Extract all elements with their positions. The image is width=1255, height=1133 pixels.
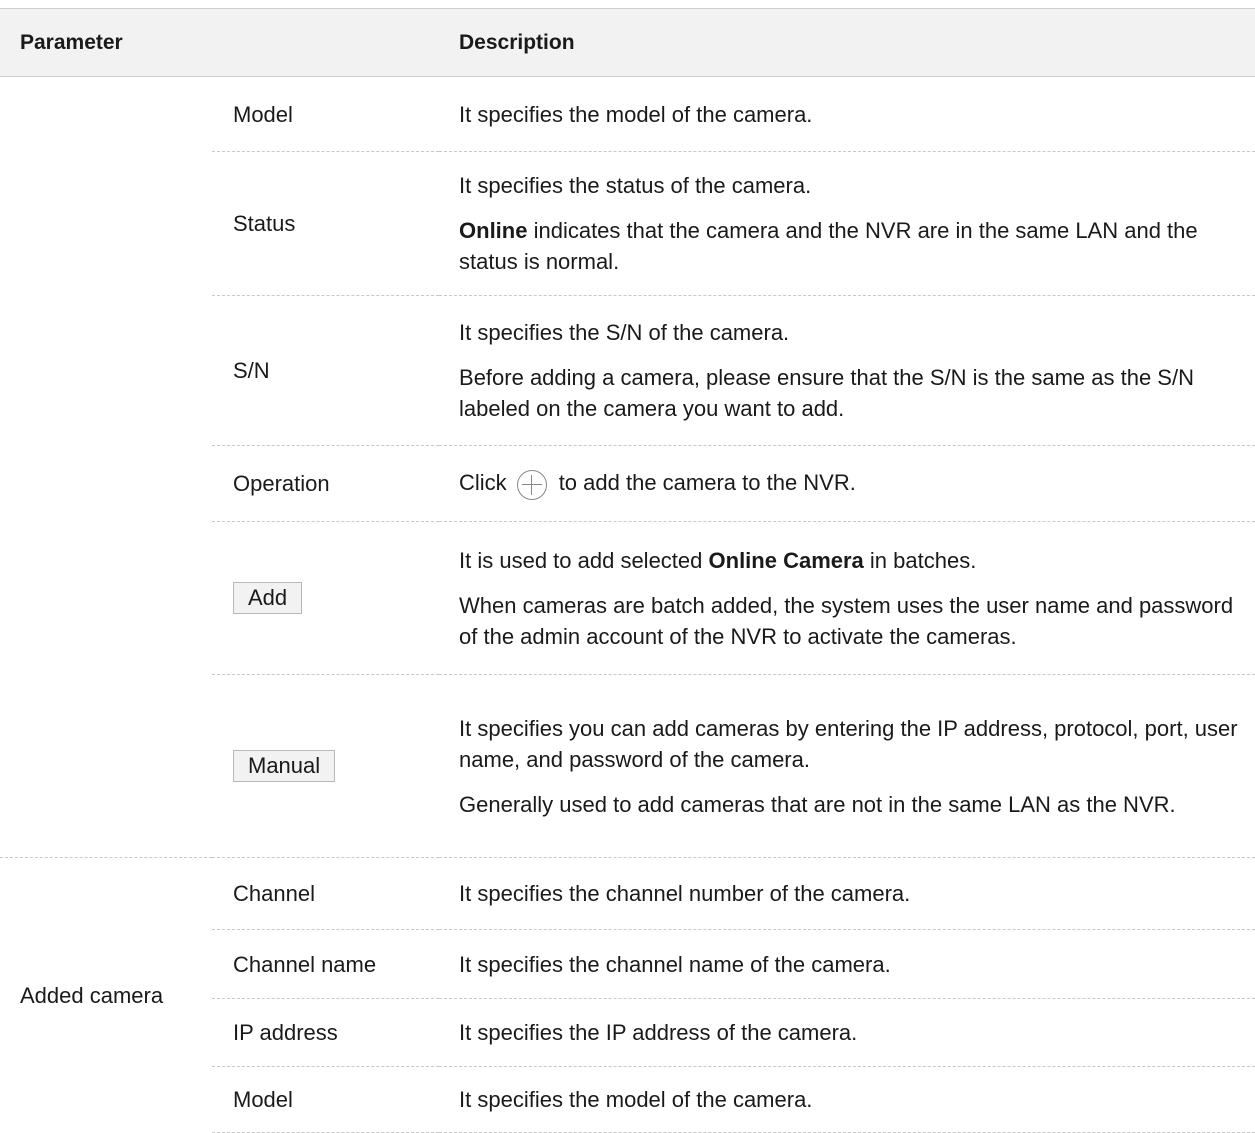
desc-text: in batches. [863,547,977,573]
add-button[interactable]: Add [233,582,303,614]
param-name: Channel name [212,929,440,999]
param-name: IP address [212,998,440,1067]
desc-line: It specifies the status of the camera. [459,173,812,198]
group-cell-online [0,76,212,858]
desc-text: It is used to add selected [459,547,709,573]
param-desc: Click to add the camera to the NVR. [439,445,1255,522]
table-row: Added camera Channel It specifies the ch… [0,857,1255,1008]
param-name: Channel [212,857,440,930]
group-cell-added: Added camera [20,982,164,1008]
desc-line: Generally used to add cameras that are n… [459,791,1176,817]
param-desc: It specifies the channel name of the cam… [439,929,1255,999]
param-desc: It specifies the channel number of the c… [439,857,1255,930]
param-name: S/N [212,295,440,446]
param-desc: It specifies the status of the camera. O… [439,151,1255,296]
desc-line: Before adding a camera, please ensure th… [459,365,1194,421]
parameter-table-page: Parameter Description Model It specifies… [0,0,1255,1133]
param-name: Status [212,151,440,296]
desc-line: It specifies you can add cameras by ente… [459,715,1238,772]
param-name: Operation [212,445,440,522]
param-desc: It specifies the IP address of the camer… [439,998,1255,1067]
param-name-cell: Manual [212,674,440,858]
header-parameter: Parameter [0,8,440,77]
bold-term: Online [459,218,528,243]
param-name: Model [212,1066,440,1133]
desc-line: When cameras are batch added, the system… [459,592,1234,649]
param-desc: It specifies the S/N of the camera. Befo… [439,295,1255,446]
desc-text: indicates that the camera and the NVR ar… [459,218,1198,274]
parameter-table: Parameter Description Model It specifies… [0,8,1255,1133]
param-name-cell: Add [212,521,440,675]
param-desc: It specifies the model of the camera. [439,76,1255,152]
desc-text: Click [459,470,507,496]
desc-line: Online indicates that the camera and the… [459,215,1241,277]
param-name: Model [212,76,440,152]
header-description: Description [439,8,1255,77]
param-desc: It specifies the model of the camera. [439,1066,1255,1133]
manual-button[interactable]: Manual [233,750,336,782]
add-circle-icon[interactable] [516,469,547,500]
table-header-row: Parameter Description [0,8,1255,77]
desc-line: It specifies the S/N of the camera. [459,320,790,345]
param-desc: It specifies you can add cameras by ente… [439,674,1255,858]
desc-line: It specifies the model of the camera. [459,101,813,127]
desc-line: It is used to add selected Online Camera… [459,545,1241,576]
param-desc: It is used to add selected Online Camera… [439,521,1255,675]
desc-text: to add the camera to the NVR. [558,470,856,496]
table-row: Model It specifies the model of the came… [0,76,1255,858]
bold-term: Online Camera [708,547,864,573]
